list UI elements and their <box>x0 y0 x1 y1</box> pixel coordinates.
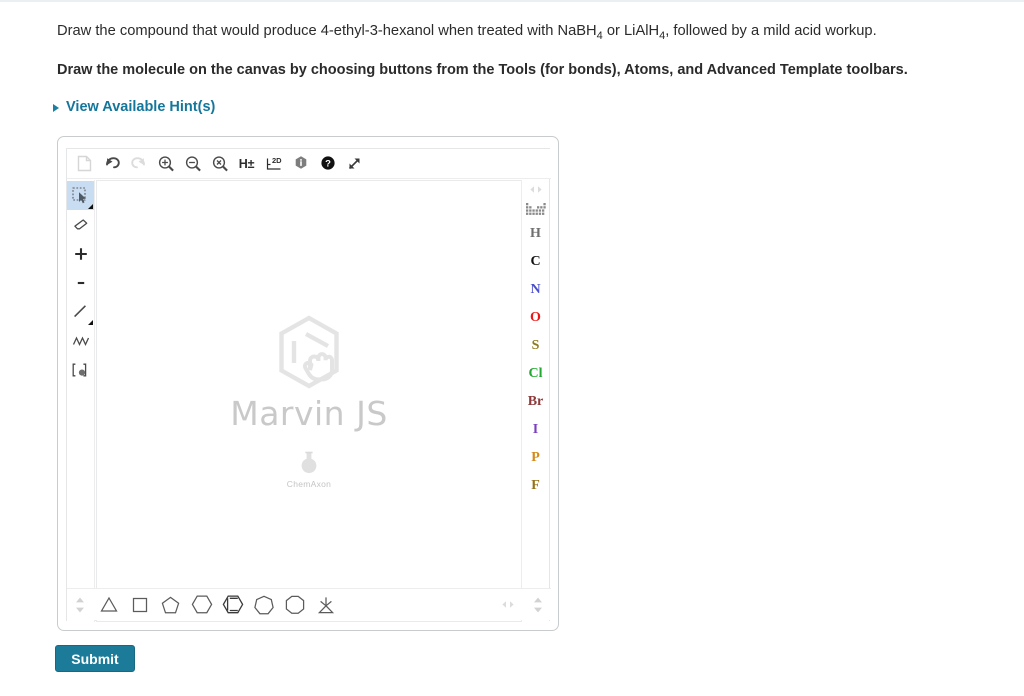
watermark-brand: ChemAxon <box>286 478 332 489</box>
template-scroll-vertical-right-icon[interactable] <box>525 590 551 620</box>
eraser-tool-icon[interactable] <box>67 210 94 239</box>
flask-icon <box>301 451 317 473</box>
template-scroll-horizontal-icon[interactable] <box>491 590 525 620</box>
zoom-in-icon[interactable] <box>152 151 179 177</box>
clean-2d-icon[interactable]: 2D <box>260 151 287 177</box>
selection-tool-icon[interactable] <box>67 181 94 210</box>
zoom-out-icon[interactable] <box>179 151 206 177</box>
help-icon[interactable]: ? <box>314 151 341 177</box>
atom-button-c[interactable]: C <box>522 248 549 276</box>
template-benzene-icon[interactable] <box>217 590 248 620</box>
molecule-editor: H± 2D ? Marvin JS ChemAxon H C N O S Cl … <box>66 148 551 622</box>
increase-charge-tool-icon[interactable] <box>67 239 94 268</box>
triangle-right-icon <box>53 103 59 112</box>
atom-button-p[interactable]: P <box>522 444 549 472</box>
atoms-scroll-horizontal-icon[interactable] <box>522 180 549 198</box>
svg-text:2D: 2D <box>272 156 282 165</box>
editor-tools-toolbar <box>67 180 95 622</box>
marvin-hexagon-hand-icon <box>279 314 339 389</box>
template-cycloheptane-icon[interactable] <box>248 590 279 620</box>
prompt-text-3: , followed by a mild acid workup. <box>665 23 877 39</box>
question-page: Draw the compound that would produce 4-e… <box>0 0 1024 696</box>
periodic-table-icon[interactable] <box>522 198 549 220</box>
canvas-watermark: Marvin JS ChemAxon <box>97 181 521 621</box>
prompt-text-1: Draw the compound that would produce 4-e… <box>57 23 597 39</box>
atom-button-s[interactable]: S <box>522 332 549 360</box>
submit-button[interactable]: Submit <box>55 645 135 672</box>
watermark-product-name: Marvin JS <box>230 393 388 433</box>
template-stereocenter-icon[interactable] <box>310 590 341 620</box>
editor-atoms-toolbar: H C N O S Cl Br I P F <box>521 180 549 622</box>
r-group-tool-icon[interactable] <box>67 355 94 384</box>
atom-button-o[interactable]: O <box>522 304 549 332</box>
info-icon[interactable] <box>287 151 314 177</box>
view-hints-toggle[interactable]: View Available Hint(s) <box>53 99 215 115</box>
atom-button-br[interactable]: Br <box>522 388 549 416</box>
editor-top-toolbar: H± 2D ? <box>67 149 551 179</box>
molecule-canvas[interactable]: Marvin JS ChemAxon <box>96 180 522 622</box>
zoom-reset-icon[interactable] <box>206 151 233 177</box>
template-cyclopropane-icon[interactable] <box>93 590 124 620</box>
question-prompt: Draw the compound that would produce 4-e… <box>57 22 1017 46</box>
atom-button-h[interactable]: H <box>522 220 549 248</box>
hydrogen-toggle-label: H± <box>238 156 255 171</box>
single-bond-tool-icon[interactable] <box>67 297 94 326</box>
tool-submenu-marker-icon <box>88 320 93 325</box>
decrease-charge-tool-icon[interactable] <box>67 268 94 297</box>
question-instruction: Draw the molecule on the canvas by choos… <box>57 62 908 78</box>
tool-submenu-marker-icon <box>88 204 93 209</box>
atom-button-cl[interactable]: Cl <box>522 360 549 388</box>
editor-template-toolbar <box>67 588 551 620</box>
hydrogen-toggle-icon[interactable]: H± <box>233 151 260 177</box>
atom-button-n[interactable]: N <box>522 276 549 304</box>
undo-icon[interactable] <box>98 151 125 177</box>
fullscreen-icon[interactable] <box>341 151 368 177</box>
template-cyclooctane-icon[interactable] <box>279 590 310 620</box>
prompt-text-2: or LiAlH <box>602 23 660 39</box>
page-top-divider <box>0 0 1024 2</box>
atom-button-f[interactable]: F <box>522 472 549 500</box>
new-file-icon[interactable] <box>71 151 98 177</box>
svg-text:?: ? <box>325 159 331 170</box>
template-cyclobutane-icon[interactable] <box>124 590 155 620</box>
atom-button-i[interactable]: I <box>522 416 549 444</box>
redo-icon[interactable] <box>125 151 152 177</box>
template-scroll-vertical-icon[interactable] <box>67 590 93 620</box>
template-cyclopentane-icon[interactable] <box>155 590 186 620</box>
chain-tool-icon[interactable] <box>67 326 94 355</box>
template-cyclohexane-icon[interactable] <box>186 590 217 620</box>
molecule-editor-frame: H± 2D ? Marvin JS ChemAxon H C N O S Cl … <box>57 136 559 631</box>
view-hints-label: View Available Hint(s) <box>66 99 216 115</box>
